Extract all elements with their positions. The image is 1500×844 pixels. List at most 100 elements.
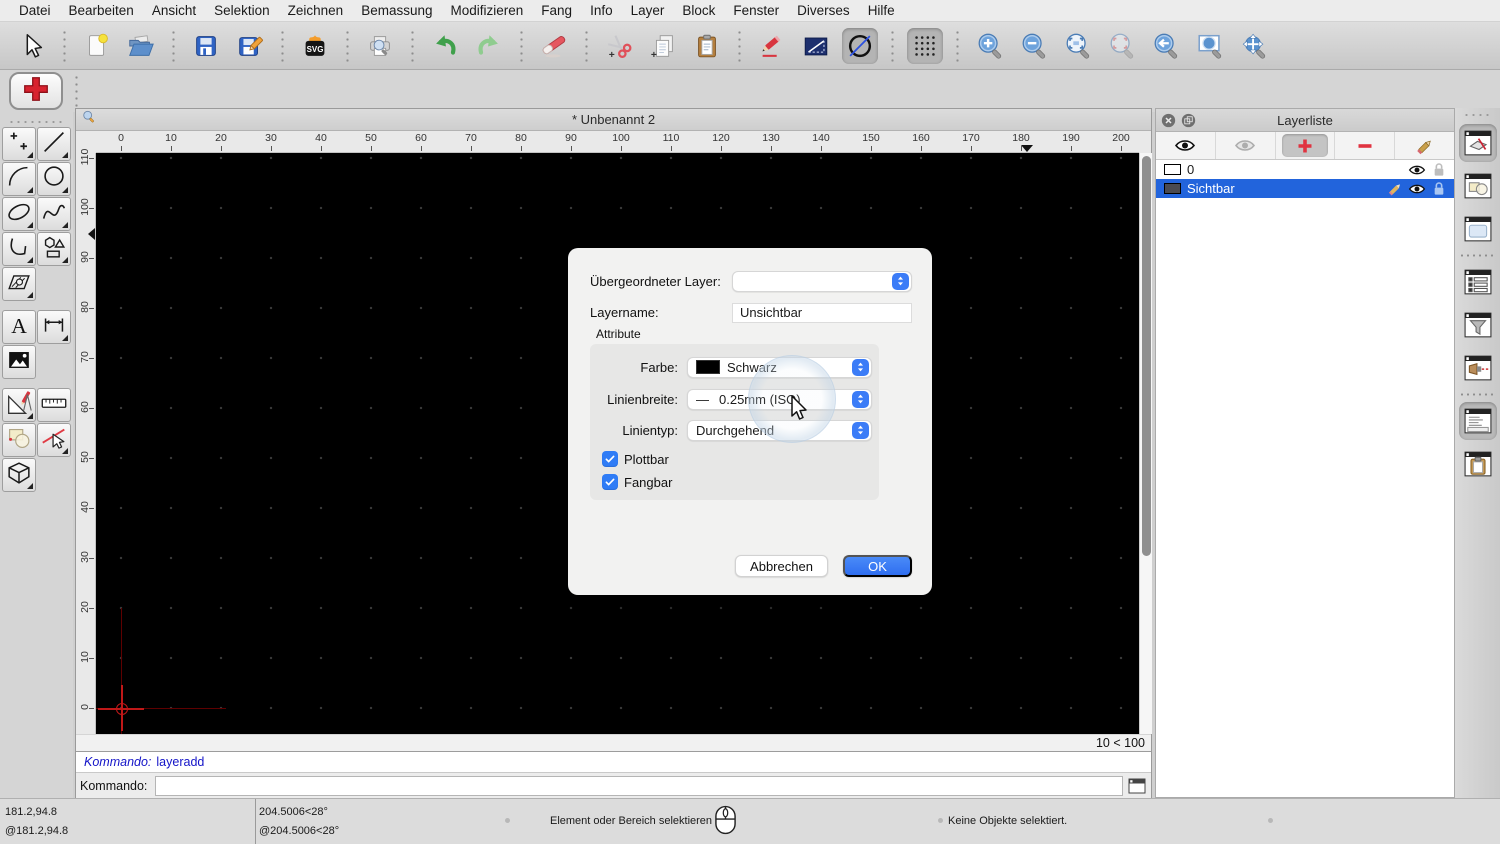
- layer-edit-pencil-icon[interactable]: [1384, 180, 1406, 197]
- library-browser-panel-button[interactable]: [1459, 210, 1497, 248]
- new-document-button[interactable]: [79, 28, 115, 64]
- cut-button[interactable]: +: [601, 28, 637, 64]
- menu-bemassung[interactable]: Bemassung: [352, 3, 441, 18]
- ellipse-tool-button[interactable]: [2, 197, 36, 231]
- plottable-checkbox[interactable]: [602, 451, 618, 467]
- menu-layer[interactable]: Layer: [622, 3, 674, 18]
- menu-hilfe[interactable]: Hilfe: [859, 3, 904, 18]
- palette-drag-handle[interactable]: [8, 115, 65, 123]
- points-tool-button[interactable]: [2, 127, 36, 161]
- horizontal-scroll-strip[interactable]: 10 < 100: [76, 734, 1151, 751]
- vertical-scrollbar-thumb[interactable]: [1142, 156, 1151, 556]
- menu-modifizieren[interactable]: Modifizieren: [442, 3, 533, 18]
- circle-tool-button[interactable]: [37, 162, 71, 196]
- layer-lock-icon[interactable]: [1428, 181, 1450, 197]
- layer-list-panel-button[interactable]: [1458, 124, 1497, 162]
- zoom-out-button[interactable]: [1016, 28, 1052, 64]
- color-dropdown[interactable]: Schwarz: [687, 356, 872, 378]
- edit-attributes-button[interactable]: [754, 28, 790, 64]
- measure-tool-button[interactable]: [37, 388, 71, 422]
- layer-visibility-eye-icon[interactable]: [1406, 163, 1428, 177]
- layer-name-field[interactable]: Unsichtbar: [732, 302, 912, 323]
- zoom-in-button[interactable]: [972, 28, 1008, 64]
- detach-panel-icon[interactable]: [1181, 113, 1196, 128]
- layer-panel-header[interactable]: Layerliste: [1156, 109, 1454, 132]
- menu-block[interactable]: Block: [673, 3, 724, 18]
- save-button[interactable]: [188, 28, 224, 64]
- menu-fenster[interactable]: Fenster: [724, 3, 788, 18]
- menu-zeichnen[interactable]: Zeichnen: [279, 3, 353, 18]
- current-tool-button[interactable]: [9, 72, 63, 110]
- draft-mode-button[interactable]: [842, 27, 878, 64]
- construct-tool-button[interactable]: [2, 388, 36, 422]
- add-layer-button[interactable]: [1276, 132, 1336, 159]
- status-separator-dot: [1268, 818, 1273, 823]
- zoom-auto-button[interactable]: [1060, 28, 1096, 64]
- parent-layer-dropdown[interactable]: [732, 270, 912, 292]
- vertical-scrollbar[interactable]: [1139, 153, 1152, 734]
- layer-row-sichtbar[interactable]: Sichtbar: [1156, 179, 1454, 198]
- undo-button[interactable]: [427, 28, 463, 64]
- show-all-layers-button[interactable]: [1156, 132, 1216, 159]
- entity-list-panel-button[interactable]: [1459, 263, 1497, 301]
- open-file-button[interactable]: [123, 28, 159, 64]
- grid-toggle-button[interactable]: [907, 27, 943, 64]
- command-input[interactable]: [155, 776, 1123, 796]
- line-tool-button[interactable]: [37, 127, 71, 161]
- image-tool-button[interactable]: [2, 345, 36, 379]
- print-preview-button[interactable]: [362, 28, 398, 64]
- edit-layer-button[interactable]: [1395, 132, 1454, 159]
- line-attributes-button[interactable]: [798, 28, 834, 64]
- zoom-previous-button[interactable]: [1148, 28, 1184, 64]
- menu-selektion[interactable]: Selektion: [205, 3, 279, 18]
- save-as-button[interactable]: [232, 28, 268, 64]
- hatch-tool-button[interactable]: [2, 267, 36, 301]
- cancel-button[interactable]: Abbrechen: [735, 555, 828, 577]
- text-tool-button[interactable]: A: [2, 310, 36, 344]
- reference-panel-button[interactable]: [1459, 349, 1497, 387]
- menu-datei[interactable]: Datei: [10, 3, 60, 18]
- svg-export-button[interactable]: SVG: [297, 28, 333, 64]
- zoom-pan-button[interactable]: [1236, 28, 1272, 64]
- shapes-tool-button[interactable]: [37, 232, 71, 266]
- select-entity-tool-button[interactable]: [37, 423, 71, 457]
- select-arrow-button[interactable]: [14, 28, 50, 64]
- modify-tool-button[interactable]: [2, 423, 36, 457]
- layer-row-0[interactable]: 0: [1156, 160, 1454, 179]
- line-type-dropdown[interactable]: Durchgehend: [687, 419, 872, 441]
- layer-lock-icon[interactable]: [1428, 162, 1450, 178]
- menu-bearbeiten[interactable]: Bearbeiten: [60, 3, 143, 18]
- layer-visibility-eye-icon[interactable]: [1406, 182, 1428, 196]
- menu-diverses[interactable]: Diverses: [788, 3, 859, 18]
- line-width-dropdown[interactable]: — 0.25mm (ISO): [687, 388, 872, 410]
- command-window-icon[interactable]: [1127, 777, 1147, 795]
- zoom-window-button[interactable]: [1192, 28, 1228, 64]
- close-panel-icon[interactable]: [1161, 113, 1176, 128]
- zoom-selection-icon: [1107, 31, 1137, 61]
- menu-ansicht[interactable]: Ansicht: [143, 3, 205, 18]
- copy-button[interactable]: +: [645, 28, 681, 64]
- clipboard-panel-button[interactable]: [1459, 445, 1497, 483]
- redo-button[interactable]: [471, 28, 507, 64]
- solid-tool-button[interactable]: [2, 458, 36, 492]
- document-titlebar[interactable]: * Unbenannt 2: [76, 109, 1151, 131]
- hide-inactive-layers-button[interactable]: [1216, 132, 1276, 159]
- menu-fang[interactable]: Fang: [532, 3, 581, 18]
- delete-eraser-button[interactable]: [536, 28, 572, 64]
- menu-info[interactable]: Info: [581, 3, 622, 18]
- polyline-tool-button[interactable]: [2, 232, 36, 266]
- ok-button[interactable]: OK: [843, 555, 912, 577]
- arc-tool-button[interactable]: [2, 162, 36, 196]
- selection-filter-panel-button[interactable]: [1459, 306, 1497, 344]
- submenu-corner-icon: [27, 187, 33, 193]
- dock-drag-handle[interactable]: [1463, 112, 1492, 118]
- zoom-previous-icon: [1151, 31, 1181, 61]
- snappable-checkbox[interactable]: [602, 474, 618, 490]
- paste-button[interactable]: [689, 28, 725, 64]
- spline-tool-button[interactable]: [37, 197, 71, 231]
- remove-layer-button[interactable]: [1335, 132, 1396, 159]
- dimension-tool-button[interactable]: [37, 310, 71, 344]
- command-line-panel-button[interactable]: [1458, 402, 1497, 440]
- block-list-panel-button[interactable]: [1459, 167, 1497, 205]
- ruler-number: 160: [912, 132, 930, 144]
